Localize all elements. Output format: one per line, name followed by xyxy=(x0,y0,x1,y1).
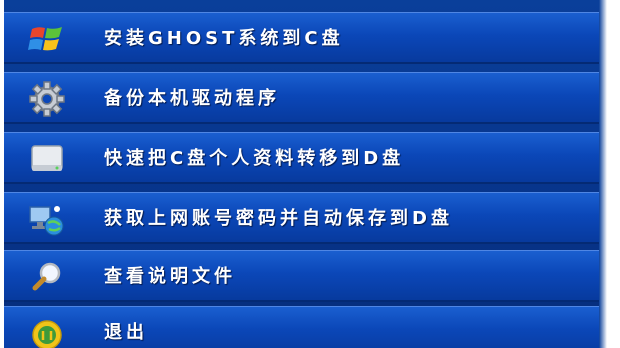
menu-item-view-readme[interactable]: 查看说明文件 xyxy=(4,250,607,302)
menu-item-label: 获取上网账号密码并自动保存到D盘 xyxy=(104,208,453,229)
menu-item-exit[interactable]: 退出 xyxy=(4,306,607,348)
menu-item-install-ghost[interactable]: 安装GHOST系统到C盘 xyxy=(4,12,607,64)
menu-item-label: 备份本机驱动程序 xyxy=(104,88,280,109)
menu-item-label: 查看说明文件 xyxy=(104,266,236,287)
gear-icon xyxy=(26,81,68,117)
menu-item-backup-drivers[interactable]: 备份本机驱动程序 xyxy=(4,72,607,124)
left-edge xyxy=(0,232,4,348)
network-computer-icon xyxy=(26,201,68,237)
ghost-menu-panel: 安装GHOST系统到C盘 备份本机驱动程序 快速把C盘个人资料转移到D盘 获取上… xyxy=(4,0,607,348)
menu-item-save-account[interactable]: 获取上网账号密码并自动保存到D盘 xyxy=(4,192,607,244)
menu-item-label: 退出 xyxy=(104,322,148,343)
windows-logo-icon xyxy=(26,21,68,57)
exit-icon xyxy=(26,315,68,348)
drive-icon xyxy=(26,141,68,177)
magnifier-icon xyxy=(26,259,68,295)
menu-item-label: 安装GHOST系统到C盘 xyxy=(104,28,344,49)
menu-item-label: 快速把C盘个人资料转移到D盘 xyxy=(104,148,405,169)
menu-item-migrate-profile[interactable]: 快速把C盘个人资料转移到D盘 xyxy=(4,132,607,184)
